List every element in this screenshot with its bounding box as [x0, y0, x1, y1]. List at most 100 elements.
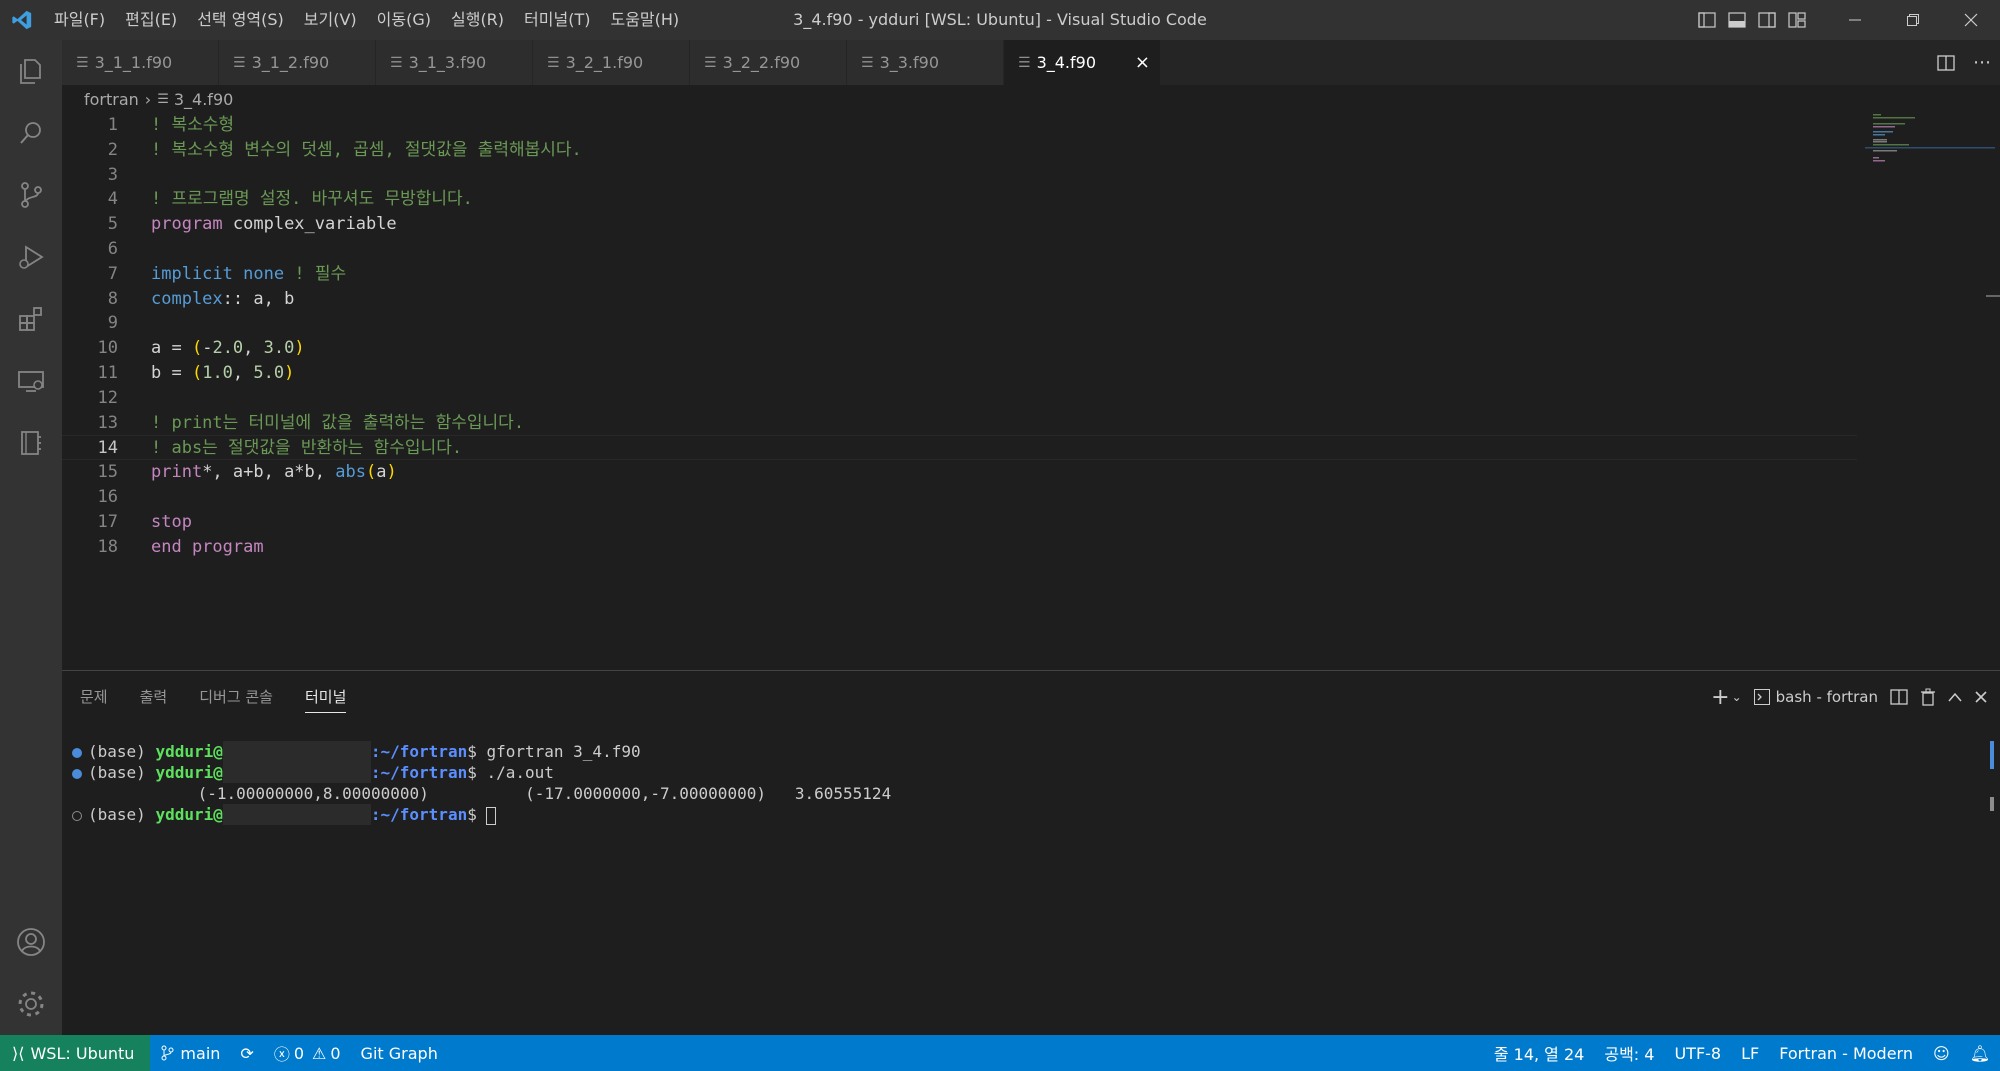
title-bar: 파일(F) 편집(E) 선택 영역(S) 보기(V) 이동(G) 실행(R) 터미널(T) 도…: [0, 0, 2000, 40]
toggle-panel-icon[interactable]: [1722, 0, 1752, 40]
terminal[interactable]: (base) ydduri@:~/fortran$ gfortran 3_4.f…: [62, 741, 1982, 1021]
code-token: ! abs는 절댓값을 반환하는 함수입니다.: [151, 438, 463, 459]
close-window-icon[interactable]: [1942, 0, 2000, 40]
line-number: 9: [107, 313, 118, 334]
cursor-position[interactable]: 줄 14, 열 24: [1484, 1035, 1595, 1071]
git-graph-button[interactable]: Git Graph: [351, 1035, 448, 1071]
menu-item[interactable]: 실행(R): [441, 0, 514, 40]
line-number: 14: [97, 438, 118, 459]
more-actions-icon[interactable]: ⋯: [1964, 40, 2000, 85]
editor-tab[interactable]: ☰ 3_1_2.f90: [219, 40, 376, 85]
code-text: ! abs는 절댓값을 반환하는 함수입니다.: [151, 436, 462, 461]
close-panel-icon[interactable]: [1974, 671, 1988, 723]
split-terminal-icon[interactable]: [1890, 671, 1908, 723]
trash-icon[interactable]: [1920, 671, 1936, 723]
line-number: 5: [107, 214, 118, 235]
minimize-icon[interactable]: [1826, 0, 1884, 40]
code-line: 7 implicit none ! 필수: [62, 262, 1857, 287]
prompt-path: :~/fortran: [370, 805, 468, 824]
panel-tab[interactable]: 출력: [140, 671, 168, 723]
restore-icon[interactable]: [1884, 0, 1942, 40]
remote-indicator[interactable]: ⟩⟨ WSL: Ubuntu: [0, 1035, 151, 1071]
close-tab-icon[interactable]: ×: [1135, 52, 1150, 73]
notebook-icon[interactable]: [0, 412, 62, 474]
panel-tab[interactable]: 디버그 콘솔: [199, 671, 273, 723]
toggle-secondary-sidebar-icon[interactable]: [1752, 0, 1782, 40]
editor-tab[interactable]: ☰ 3_3.f90: [847, 40, 1004, 85]
menu-item[interactable]: 도움말(H): [600, 0, 689, 40]
breadcrumb-file[interactable]: 3_4.f90: [174, 90, 233, 109]
redacted-hostname: [222, 741, 371, 762]
editor-tab[interactable]: ☰ 3_2_2.f90: [690, 40, 847, 85]
settings-gear-icon[interactable]: [0, 973, 62, 1035]
menu-item[interactable]: 터미널(T): [514, 0, 600, 40]
menu-item[interactable]: 선택 영역(S): [187, 0, 294, 40]
file-lines-icon: ☰: [547, 54, 560, 71]
prompt-env: (base): [88, 763, 156, 782]
search-icon[interactable]: [0, 102, 62, 164]
prompt-path: :~/fortran: [370, 763, 468, 782]
toggle-primary-sidebar-icon[interactable]: [1692, 0, 1722, 40]
panel-tab[interactable]: 문제: [80, 671, 108, 723]
code-token: 3.0: [263, 338, 295, 359]
command-decoration-icon[interactable]: [72, 768, 82, 779]
language-mode[interactable]: Fortran - Modern: [1769, 1035, 1923, 1071]
accounts-icon[interactable]: [0, 911, 62, 973]
extensions-icon[interactable]: [0, 288, 62, 350]
maximize-panel-icon[interactable]: [1948, 671, 1962, 723]
customize-layout-icon[interactable]: [1782, 0, 1812, 40]
code-editor[interactable]: 1 ! 복소수형 2 ! 복소수형 변수의 덧셈, 곱셈, 절댓값을 출력해봅시다. 3…: [62, 113, 2000, 670]
breadcrumb-folder[interactable]: fortran: [84, 90, 139, 109]
file-lines-icon: ☰: [861, 54, 874, 71]
git-branch[interactable]: main: [150, 1035, 230, 1071]
line-number: 11: [97, 363, 118, 383]
line-number: 2: [107, 139, 118, 160]
split-editor-icon[interactable]: [1928, 40, 1964, 85]
redacted-hostname: [222, 804, 371, 825]
problems-indicator[interactable]: ⓧ 0 ⚠ 0: [264, 1035, 351, 1071]
command-decoration-icon[interactable]: [72, 747, 82, 758]
editor-tab[interactable]: ☰ 3_2_1.f90: [533, 40, 690, 85]
command-decoration-icon[interactable]: [72, 810, 82, 821]
tab-label: 3_2_1.f90: [565, 53, 644, 72]
run-debug-icon[interactable]: [0, 226, 62, 288]
code-token: program: [151, 214, 223, 235]
code-line: 8 complex:: a, b: [62, 287, 1857, 312]
terminal-output: (-1.00000000,8.00000000) (-17.0000000,-7…: [188, 784, 892, 803]
code-line: 10 a = (-2.0, 3.0): [62, 336, 1857, 361]
code-text: ! 복소수형: [151, 113, 234, 138]
editor-vertical-scrollbar[interactable]: [1986, 113, 2000, 670]
code-text: complex:: a, b: [151, 287, 294, 312]
remote-explorer-icon[interactable]: [0, 350, 62, 412]
indentation[interactable]: 공백: 4: [1594, 1035, 1664, 1071]
branch-icon: [161, 1045, 174, 1061]
code-token: ): [284, 363, 295, 383]
new-terminal-icon[interactable]: +: [1711, 671, 1729, 723]
remote-label: WSL: Ubuntu: [30, 1043, 135, 1063]
menu-item[interactable]: 이동(G): [367, 0, 441, 40]
menu-item[interactable]: 파일(F): [44, 0, 115, 40]
code-text: stop: [151, 510, 192, 535]
feedback-icon[interactable]: ☺: [1923, 1035, 1960, 1071]
end-of-line[interactable]: LF: [1731, 1035, 1769, 1071]
notifications-bell-icon[interactable]: 🔔︎: [1960, 1035, 2000, 1071]
file-lines-icon: ☰: [233, 54, 246, 71]
panel-tab[interactable]: 터미널: [305, 671, 347, 723]
editor-tab[interactable]: ☰ 3_4.f90 ×: [1004, 40, 1161, 85]
code-line: 18 end program: [62, 535, 1857, 560]
editor-tab[interactable]: ☰ 3_1_1.f90: [62, 40, 219, 85]
menu-item[interactable]: 편집(E): [115, 0, 187, 40]
explorer-icon[interactable]: [0, 40, 62, 102]
chevron-down-icon[interactable]: ⌄: [1732, 671, 1742, 723]
minimap[interactable]: [1865, 113, 1995, 313]
editor-tab[interactable]: ☰ 3_1_3.f90: [376, 40, 533, 85]
file-lines-icon: ☰: [157, 91, 169, 107]
sync-icon[interactable]: ⟳: [230, 1035, 263, 1071]
source-control-icon[interactable]: [0, 164, 62, 226]
terminal-instance[interactable]: bash - fortran: [1753, 671, 1878, 723]
menu-item[interactable]: 보기(V): [294, 0, 367, 40]
file-lines-icon: ☰: [704, 54, 717, 71]
line-number: 1: [107, 115, 118, 135]
encoding[interactable]: UTF-8: [1664, 1035, 1731, 1071]
error-icon: ⓧ: [273, 1045, 290, 1064]
